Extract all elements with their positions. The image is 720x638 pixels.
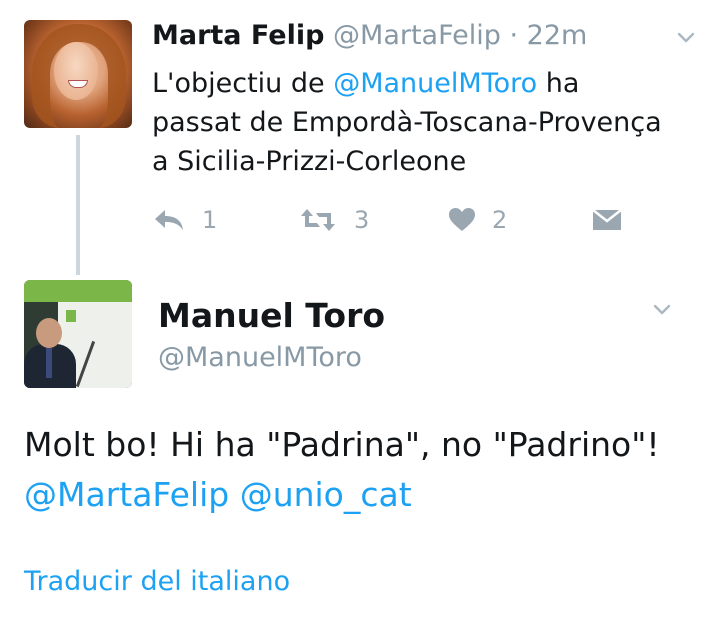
author-name[interactable]: Marta Felip xyxy=(152,20,324,51)
avatar-head xyxy=(36,318,62,348)
tweet-text-before: L'objectiu de xyxy=(152,68,334,99)
reply-button[interactable]: 1 xyxy=(152,200,217,240)
chevron-down-icon[interactable] xyxy=(652,300,672,320)
main-author-handle[interactable]: @ManuelMToro xyxy=(158,342,362,373)
heart-icon xyxy=(449,208,475,231)
author-handle[interactable]: @MartaFelip xyxy=(333,20,501,51)
like-count: 2 xyxy=(492,206,508,234)
tweet-timestamp[interactable]: 22m xyxy=(527,20,588,51)
tweet-actions: 1 3 2 xyxy=(152,200,632,240)
reply-tweet-header: Marta Felip @MartaFelip · 22m xyxy=(152,20,587,51)
avatar-tie xyxy=(46,348,52,378)
mention-link[interactable]: @ManuelMToro xyxy=(333,68,537,99)
main-tweet-mentions: @MartaFelip @unio_cat xyxy=(24,470,704,520)
reply-tweet[interactable]: Marta Felip @MartaFelip · 22m L'objectiu… xyxy=(0,0,720,275)
main-author-name[interactable]: Manuel Toro xyxy=(158,296,385,335)
avatar-banner xyxy=(24,280,132,302)
reply-tweet-text: L'objectiu de @ManuelMToro ha passat de … xyxy=(152,64,672,181)
avatar-logo xyxy=(66,310,76,322)
direct-message-button[interactable] xyxy=(592,200,622,240)
direct-message-icon xyxy=(592,209,622,230)
main-tweet-body: Molt bo! Hi ha "Padrina", no "Padrino"! xyxy=(24,425,660,464)
main-tweet-text: Molt bo! Hi ha "Padrina", no "Padrino"! … xyxy=(24,420,704,520)
manuel-avatar[interactable] xyxy=(24,280,132,388)
mention-link[interactable]: @unio_cat xyxy=(240,475,412,514)
retweet-button[interactable]: 3 xyxy=(298,200,369,240)
thread-connector-line xyxy=(76,135,80,275)
meta-separator: · xyxy=(500,20,527,51)
chevron-down-icon[interactable] xyxy=(676,28,696,48)
translate-link[interactable]: Traducir del italiano xyxy=(24,566,290,597)
avatar-face xyxy=(54,42,98,100)
retweet-icon xyxy=(301,209,335,231)
like-button[interactable]: 2 xyxy=(448,200,507,240)
reply-icon xyxy=(155,210,183,230)
mention-link[interactable]: @MartaFelip xyxy=(24,475,229,514)
reply-count: 1 xyxy=(202,206,218,234)
marta-avatar[interactable] xyxy=(24,20,132,128)
retweet-count: 3 xyxy=(354,206,370,234)
